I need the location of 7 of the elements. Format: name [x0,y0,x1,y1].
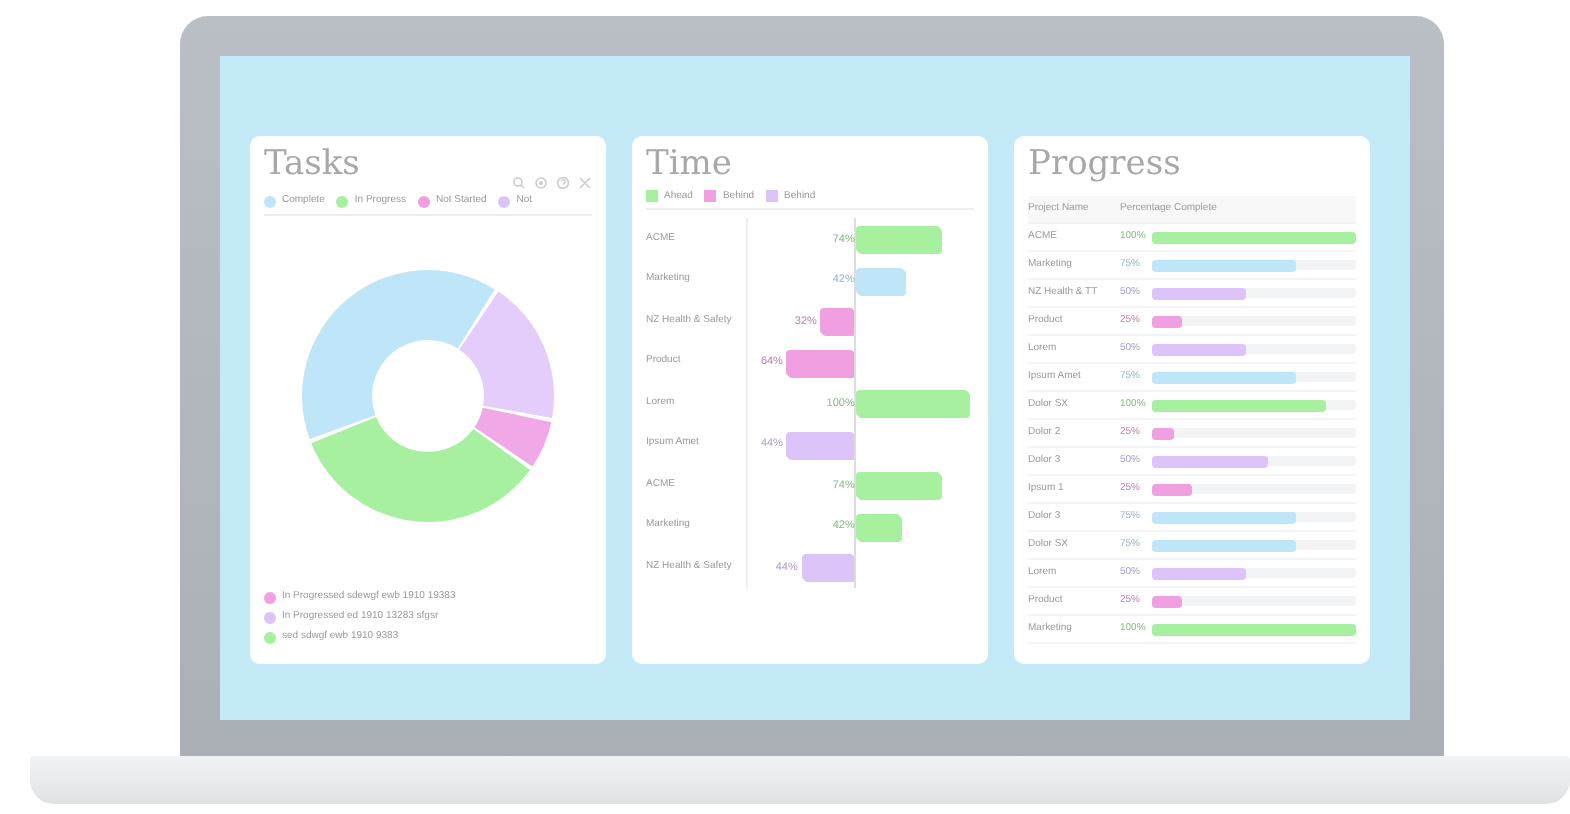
settings-icon[interactable] [534,176,548,190]
search-icon[interactable] [512,176,526,190]
panel-title: Tasks [264,144,360,185]
panel-title: Time [646,144,734,185]
panel-title: Progress [1028,144,1183,185]
close-icon[interactable] [578,176,592,190]
help-icon[interactable] [556,176,570,190]
